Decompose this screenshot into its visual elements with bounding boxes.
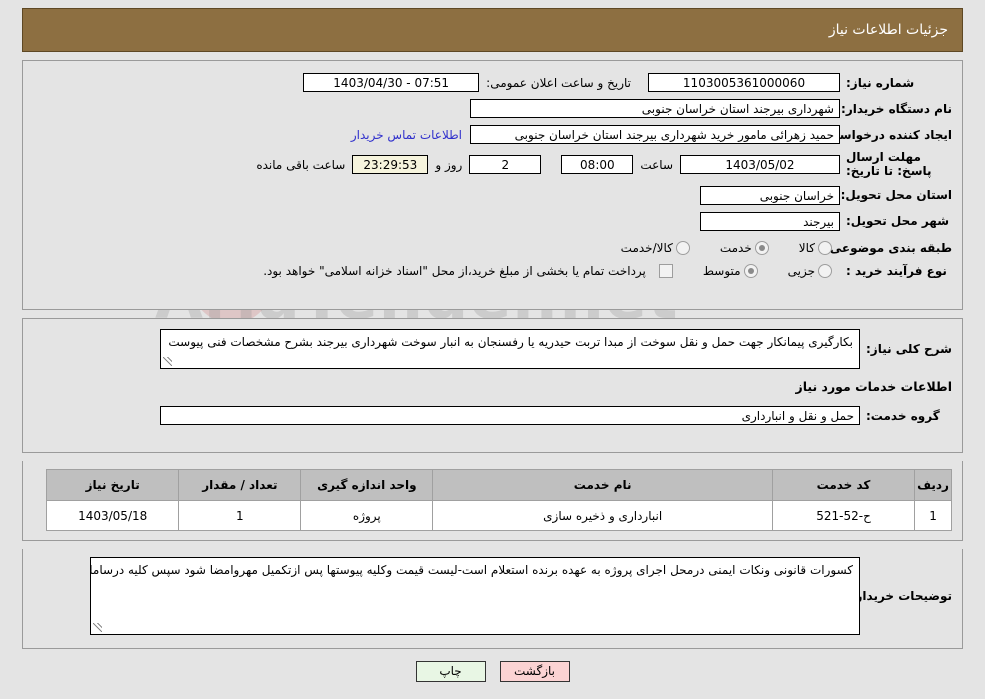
cell-need-date: 1403/05/18 (45, 500, 180, 531)
radio-kala-khedmat-icon[interactable] (675, 240, 690, 255)
need-info-panel: شماره نیاز: 1103005361000060 تاریخ و ساع… (22, 60, 963, 310)
row-description: شرح کلی نیاز: بکارگیری پیمانکار جهت حمل … (33, 329, 952, 369)
service-group-value: حمل و نقل و انبارداری (160, 406, 860, 425)
remaining-days-value: 2 (469, 155, 542, 175)
return-button[interactable]: بازگشت (499, 661, 570, 682)
process-option-motavaset[interactable]: متوسط (702, 263, 766, 278)
cell-service-code: ح-52-521 (771, 500, 916, 531)
cell-radif: 1 (914, 500, 952, 531)
service-group-label: گروه خدمت: (866, 408, 940, 423)
radio-khedmat-icon[interactable] (754, 240, 769, 255)
buyer-contact-link[interactable]: اطلاعات تماس خریدار (351, 128, 470, 142)
process-option-jozei[interactable]: جزیی (787, 263, 840, 278)
description-label: شرح کلی نیاز: (866, 342, 952, 356)
table-row: 1 ح-52-521 انبارداری و ذخیره سازی پروژه … (45, 500, 952, 531)
radio-motavaset-icon[interactable] (743, 263, 758, 278)
countdown-label: ساعت باقی مانده (256, 157, 346, 172)
province-label: استان محل تحویل: (840, 188, 952, 203)
col-quantity: تعداد / مقدار (178, 469, 302, 501)
row-service-group: گروه خدمت: حمل و نقل و انبارداری (33, 406, 952, 425)
treasury-note: پرداخت تمام یا بخشی از مبلغ خرید،از محل … (263, 263, 646, 278)
category-option-kala[interactable]: کالا (798, 240, 840, 255)
col-service-name: نام خدمت (432, 469, 773, 501)
treasury-checkbox[interactable] (658, 263, 673, 278)
row-need-number: شماره نیاز: 1103005361000060 تاریخ و ساع… (33, 73, 952, 92)
buyer-org-value: شهرداری بیرجند استان خراسان جنوبی (470, 99, 840, 118)
process-label: نوع فرآیند خرید : (846, 263, 947, 278)
deadline-label: مهلت ارسال پاسخ: تا تاریخ: (846, 150, 932, 178)
services-section-title: اطلاعات خدمات مورد نیاز (795, 379, 953, 394)
creator-value: حمید زهرائی مامور خرید شهرداری بیرجند اس… (470, 125, 840, 144)
row-buyer-org: نام دستگاه خریدار: شهرداری بیرجند استان … (33, 99, 952, 118)
category-option-kala-label: کالا (798, 240, 815, 255)
table-header-row: ردیف کد خدمت نام خدمت واحد اندازه گیری ت… (45, 469, 952, 501)
buyer-notes-label: توضیحات خریدار: (850, 589, 952, 603)
category-label: طبقه بندی موضوعی: (824, 240, 952, 255)
cell-unit: پروژه (300, 500, 434, 531)
announce-label: تاریخ و ساعت اعلان عمومی: (486, 75, 631, 90)
row-province: استان محل تحویل: خراسان جنوبی (33, 185, 952, 205)
description-panel: شرح کلی نیاز: بکارگیری پیمانکار جهت حمل … (22, 318, 963, 453)
category-option-khedmat[interactable]: خدمت (719, 240, 777, 255)
services-table: ردیف کد خدمت نام خدمت واحد اندازه گیری ت… (45, 469, 952, 531)
row-city: شهر محل تحویل: بیرجند (33, 211, 952, 231)
buyer-notes-panel: توضیحات خریدار: کسورات قانونی ونکات ایمن… (22, 549, 963, 649)
need-number-value: 1103005361000060 (648, 73, 840, 92)
creator-label: ایجاد کننده درخواست: (822, 127, 952, 142)
row-deadline: مهلت ارسال پاسخ: تا تاریخ: 1403/05/02 سا… (33, 150, 952, 179)
process-option-jozei-label: جزیی (787, 263, 815, 278)
deadline-time-value: 08:00 (561, 155, 634, 175)
col-service-code: کد خدمت (771, 469, 916, 501)
announce-value: 07:51 - 1403/04/30 (303, 73, 480, 92)
category-option-khedmat-label: خدمت (719, 240, 752, 255)
row-buyer-notes: توضیحات خریدار: کسورات قانونی ونکات ایمن… (33, 557, 952, 635)
deadline-date-value: 1403/05/02 (680, 155, 840, 175)
city-label: شهر محل تحویل: (846, 214, 950, 229)
hour-label: ساعت (640, 157, 673, 172)
page-title-bar: جزئیات اطلاعات نیاز (22, 8, 963, 52)
cell-service-name: انبارداری و ذخیره سازی (432, 500, 773, 531)
services-table-panel: ردیف کد خدمت نام خدمت واحد اندازه گیری ت… (22, 461, 963, 541)
print-button[interactable]: چاپ (415, 661, 486, 682)
footer-actions: بازگشت چاپ (0, 661, 985, 682)
col-need-date: تاریخ نیاز (45, 469, 180, 501)
radio-kala-icon[interactable] (818, 240, 832, 255)
days-label: روز و (435, 157, 463, 172)
cell-quantity: 1 (178, 500, 302, 531)
row-category: طبقه بندی موضوعی: کالا خدمت کالا/خدمت (33, 240, 952, 255)
row-creator: ایجاد کننده درخواست: حمید زهرائی مامور خ… (33, 125, 952, 144)
city-value: بیرجند (700, 211, 840, 231)
buyer-notes-textarea[interactable]: کسورات قانونی ونکات ایمنی درمحل اجرای پر… (90, 557, 860, 635)
page-root: جزئیات اطلاعات نیاز شماره نیاز: 11030053… (0, 8, 985, 682)
col-unit: واحد اندازه گیری (300, 469, 434, 501)
page-title: جزئیات اطلاعات نیاز (828, 22, 948, 38)
province-value: خراسان جنوبی (700, 185, 840, 205)
category-option-kala-khedmat[interactable]: کالا/خدمت (620, 240, 698, 255)
radio-jozei-icon[interactable] (818, 263, 832, 278)
need-number-label: شماره نیاز: (846, 75, 915, 90)
col-radif: ردیف (914, 469, 952, 501)
buyer-org-label: نام دستگاه خریدار: (841, 101, 952, 116)
countdown-timer: 23:29:53 (352, 155, 429, 175)
category-option-kala-khedmat-label: کالا/خدمت (620, 240, 673, 255)
description-textarea[interactable]: بکارگیری پیمانکار جهت حمل و نقل سوخت از … (160, 329, 860, 369)
row-process-type: نوع فرآیند خرید : جزیی متوسط پرداخت تمام… (33, 263, 952, 278)
process-option-motavaset-label: متوسط (702, 263, 741, 278)
